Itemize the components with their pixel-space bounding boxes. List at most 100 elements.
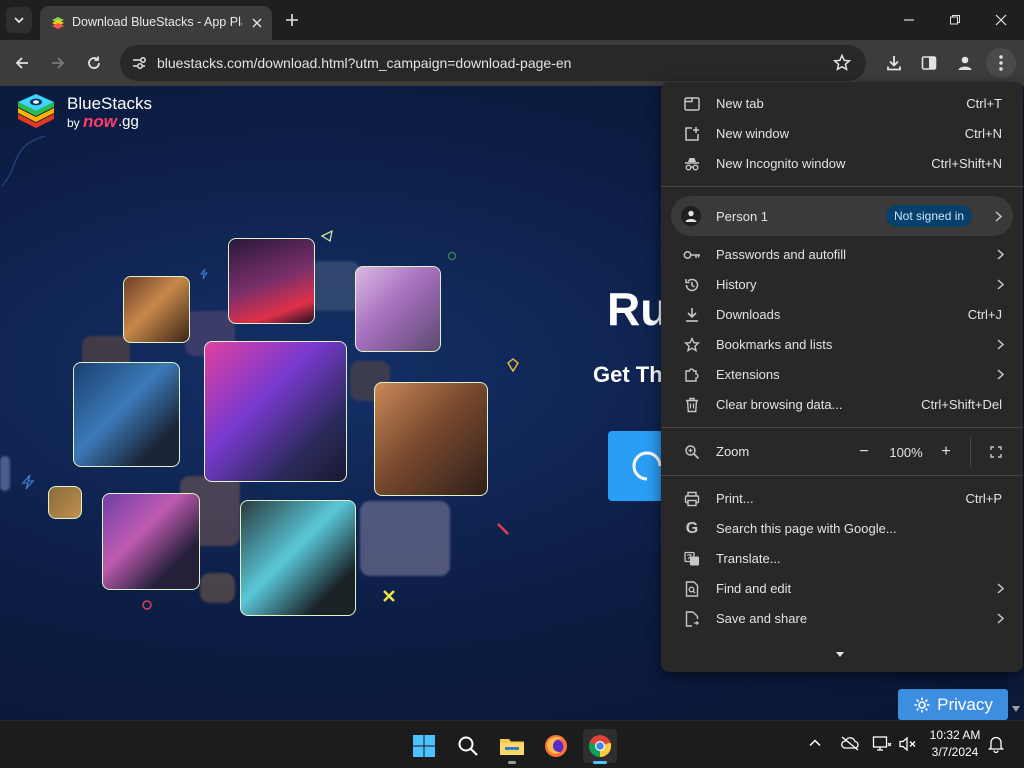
- chevron-right-icon: [993, 609, 1007, 627]
- minimize-icon: [904, 19, 914, 21]
- zoom-level: 100%: [889, 445, 923, 460]
- bookmark-star-button[interactable]: [832, 53, 854, 73]
- tab-strip: Download BlueStacks - App Pla: [0, 0, 1024, 40]
- downloads-button[interactable]: [879, 48, 909, 78]
- back-button[interactable]: [7, 48, 37, 78]
- arrow-right-icon: [52, 57, 65, 69]
- folder-icon: [500, 739, 524, 755]
- reload-button[interactable]: [79, 48, 109, 78]
- gamer-photo: [204, 341, 347, 482]
- hero-subheadline: Get Th: [593, 362, 663, 387]
- volume-tray-icon[interactable]: [898, 735, 918, 755]
- system-clock[interactable]: 10:32 AM 3/7/2024: [920, 727, 990, 761]
- key-icon: [683, 246, 701, 264]
- windows-taskbar: 10:32 AM 3/7/2024: [0, 720, 1024, 768]
- fullscreen-icon: [990, 446, 1002, 458]
- start-button[interactable]: [407, 729, 441, 763]
- tab-search-button[interactable]: [6, 7, 32, 33]
- menu-item-translate[interactable]: Translate...: [661, 544, 1023, 574]
- firefox-icon: [545, 735, 567, 757]
- menu-item-new-tab[interactable]: New tab Ctrl+T: [661, 89, 1023, 119]
- running-indicator: [508, 761, 516, 764]
- network-tray-icon[interactable]: [872, 735, 892, 755]
- menu-item-zoom: Zoom − 100% +: [661, 437, 1023, 467]
- arrow-left-icon: [15, 57, 28, 69]
- dash-sparkle-icon: [497, 523, 509, 535]
- download-bluestacks-button[interactable]: [608, 431, 668, 501]
- person-icon: [681, 206, 701, 226]
- search-button[interactable]: [451, 729, 485, 763]
- new-tab-button[interactable]: [279, 7, 305, 33]
- gamer-photo: [240, 500, 356, 616]
- chevron-right-icon: [991, 207, 1005, 225]
- menu-item-new-incognito-window[interactable]: New Incognito window Ctrl+Shift+N: [661, 149, 1023, 179]
- notifications-button[interactable]: [987, 735, 1006, 755]
- tab-active[interactable]: Download BlueStacks - App Pla: [40, 6, 272, 40]
- person-name: Person 1: [716, 209, 769, 224]
- plus-icon: [286, 14, 298, 26]
- menu-item-downloads[interactable]: Downloads Ctrl+J: [661, 300, 1023, 330]
- chevron-up-icon: [809, 739, 821, 747]
- save-share-icon: [683, 610, 701, 628]
- tab-close-button[interactable]: [248, 14, 266, 32]
- profile-button[interactable]: [950, 48, 980, 78]
- restore-button[interactable]: [932, 0, 978, 40]
- forward-button[interactable]: [43, 48, 73, 78]
- menu-item-bookmarks-and-lists[interactable]: Bookmarks and lists: [661, 330, 1023, 360]
- menu-item-extensions[interactable]: Extensions: [661, 360, 1023, 390]
- fullscreen-button[interactable]: [983, 439, 1009, 465]
- caret-down-icon: [836, 652, 844, 657]
- firefox-button[interactable]: [539, 729, 573, 763]
- chrome-taskbar-button[interactable]: [583, 729, 617, 764]
- privacy-button[interactable]: Privacy: [898, 689, 1008, 720]
- menu-item-new-window[interactable]: New window Ctrl+N: [661, 119, 1023, 149]
- chevron-right-icon: [993, 335, 1007, 353]
- history-icon: [683, 276, 701, 294]
- zoom-in-button[interactable]: +: [933, 439, 959, 465]
- chrome-menu-button[interactable]: [986, 48, 1016, 78]
- menu-label: Zoom: [716, 444, 750, 459]
- onedrive-tray-icon[interactable]: [840, 735, 860, 755]
- file-explorer-button[interactable]: [495, 729, 529, 764]
- active-indicator: [593, 761, 607, 764]
- blurred-photo: [0, 456, 10, 491]
- chevron-down-icon: [14, 17, 24, 24]
- star-icon: [683, 336, 701, 354]
- google-icon: G: [685, 520, 699, 537]
- gamer-photo: [123, 276, 190, 343]
- gamer-photo: [102, 493, 200, 590]
- site-info-icon[interactable]: [130, 54, 148, 72]
- menu-item-passwords-and-autofill[interactable]: Passwords and autofill: [661, 240, 1023, 270]
- gamer-photo: [228, 238, 315, 324]
- gamer-photo: [73, 362, 180, 467]
- menu-item-person[interactable]: Person 1 Not signed in: [671, 196, 1013, 236]
- chrome-menu: New tab Ctrl+T New window Ctrl+N New Inc…: [661, 82, 1023, 672]
- menu-item-find-and-edit[interactable]: Find and edit: [661, 574, 1023, 604]
- side-panel-button[interactable]: [914, 48, 944, 78]
- print-icon: [683, 490, 701, 508]
- menu-label: Print...: [716, 491, 754, 506]
- zoom-icon: [683, 443, 701, 461]
- address-bar[interactable]: bluestacks.com/download.html?utm_campaig…: [120, 45, 866, 81]
- menu-item-clear-browsing-data[interactable]: Clear browsing data... Ctrl+Shift+Del: [661, 390, 1023, 420]
- menu-item-history[interactable]: History: [661, 270, 1023, 300]
- logo-text: BlueStacks: [67, 94, 153, 113]
- zoom-out-button[interactable]: −: [851, 439, 877, 465]
- logo-now-text: now: [83, 112, 117, 131]
- scroll-down-arrow-icon[interactable]: [1012, 706, 1020, 712]
- reload-icon: [88, 56, 100, 69]
- menu-item-print[interactable]: Print... Ctrl+P: [661, 484, 1023, 514]
- minus-icon: −: [859, 443, 869, 460]
- sign-in-status-badge: Not signed in: [886, 205, 973, 227]
- menu-item-search-with-google[interactable]: G Search this page with Google...: [661, 514, 1023, 544]
- menu-more-indicator[interactable]: [836, 644, 848, 657]
- download-circle-icon: [632, 451, 662, 481]
- find-in-page-icon: [683, 580, 701, 598]
- show-hidden-icons-button[interactable]: [808, 736, 826, 754]
- more-vertical-icon: [999, 55, 1003, 71]
- tab-title: Download BlueStacks - App Pla: [72, 15, 242, 29]
- close-window-button[interactable]: [978, 0, 1024, 40]
- download-icon: [683, 306, 701, 324]
- minimize-button[interactable]: [886, 0, 932, 40]
- menu-item-save-and-share[interactable]: Save and share: [661, 604, 1023, 634]
